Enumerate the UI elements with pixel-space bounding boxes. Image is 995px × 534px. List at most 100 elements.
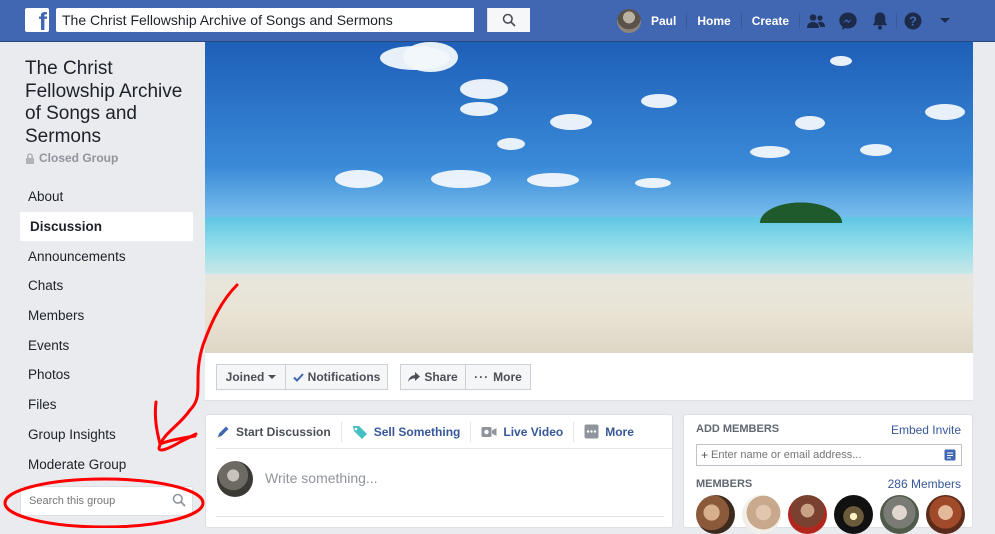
divider [470, 421, 472, 442]
help-icon[interactable]: ? [897, 0, 929, 42]
more-dots-icon: ··· [474, 370, 490, 384]
joined-button[interactable]: Joined [216, 364, 286, 390]
post-composer: Start Discussion Sell Something Live Vid… [205, 414, 674, 528]
more-label: More [493, 370, 522, 384]
members-count-link[interactable]: 286 Members [888, 477, 961, 491]
invite-send-icon[interactable] [944, 449, 956, 461]
composer-avatar [217, 461, 253, 497]
add-members-title: ADD MEMBERS [696, 423, 780, 435]
notifications-button[interactable]: Notifications [285, 364, 388, 390]
search-icon [502, 13, 516, 27]
messenger-icon[interactable] [832, 0, 864, 42]
nav-item-photos[interactable]: Photos [20, 360, 193, 390]
check-icon [292, 372, 304, 382]
start-discussion-label: Start Discussion [236, 424, 331, 439]
user-avatar[interactable] [617, 9, 641, 33]
caret-down-icon [268, 374, 277, 379]
sell-something-label: Sell Something [373, 424, 461, 439]
composer-input[interactable]: Write something... [265, 470, 378, 486]
facebook-logo-icon[interactable]: f [25, 8, 49, 32]
lock-icon [26, 152, 34, 164]
add-members-panel: ADD MEMBERS Embed Invite + MEMBERS 286 M… [683, 414, 973, 534]
share-button[interactable]: Share [400, 364, 466, 390]
pencil-icon [217, 426, 229, 437]
global-search [56, 8, 530, 32]
profile-link[interactable]: Paul [641, 0, 686, 42]
home-link[interactable]: Home [687, 0, 740, 42]
share-icon [408, 372, 421, 382]
composer-more-label: More [605, 424, 634, 439]
more-icon [584, 424, 599, 439]
composer-tabs: Start Discussion Sell Something Live Vid… [216, 415, 674, 449]
members-title: MEMBERS [696, 478, 753, 490]
cloud-shape [403, 42, 458, 72]
cover-photo[interactable] [205, 42, 973, 353]
top-right-nav: Paul Home Create ? [612, 0, 961, 42]
cloud-shape [335, 170, 383, 188]
video-camera-icon [481, 426, 497, 437]
group-nav: About Discussion Announcements Chats Mem… [20, 182, 193, 479]
member-avatar[interactable] [696, 495, 735, 534]
cloud-shape [925, 104, 965, 120]
nav-item-group-insights[interactable]: Group Insights [20, 420, 193, 450]
nav-item-announcements[interactable]: Announcements [20, 241, 193, 271]
composer-more-tab[interactable]: More [584, 415, 644, 449]
sell-something-tab[interactable]: Sell Something [352, 415, 471, 449]
member-avatar[interactable] [880, 495, 919, 534]
nav-item-members[interactable]: Members [20, 301, 193, 331]
divider [573, 421, 575, 442]
add-members-field: + [696, 444, 962, 466]
live-video-tab[interactable]: Live Video [481, 415, 573, 449]
cloud-shape [750, 146, 790, 158]
nav-item-files[interactable]: Files [20, 390, 193, 420]
search-icon[interactable] [172, 493, 186, 507]
cloud-shape [431, 170, 491, 188]
start-discussion-tab[interactable]: Start Discussion [216, 415, 341, 449]
cloud-shape [527, 173, 579, 187]
more-button[interactable]: ··· More [465, 364, 531, 390]
svg-text:?: ? [909, 14, 917, 29]
group-privacy: Closed Group [25, 151, 118, 165]
member-avatar[interactable] [926, 495, 965, 534]
group-action-bar: Joined Notifications Share ··· More [205, 353, 973, 401]
add-members-input[interactable] [708, 445, 934, 465]
nav-item-moderate-group[interactable]: Moderate Group [20, 449, 193, 479]
friends-icon[interactable] [800, 0, 832, 42]
embed-invite-link[interactable]: Embed Invite [891, 423, 961, 437]
notifications-icon[interactable] [864, 0, 896, 42]
nav-item-about[interactable]: About [20, 182, 193, 212]
cloud-shape [550, 114, 592, 130]
divider [216, 516, 664, 517]
beach-area [205, 274, 973, 353]
cloud-shape [641, 94, 677, 108]
nav-item-discussion[interactable]: Discussion [20, 211, 193, 242]
plus-icon: + [701, 448, 709, 462]
search-button[interactable] [487, 8, 530, 32]
cloud-shape [795, 116, 825, 130]
create-link[interactable]: Create [742, 0, 799, 42]
privacy-label: Closed Group [39, 151, 119, 165]
joined-label: Joined [225, 370, 265, 384]
member-avatars [696, 495, 965, 534]
group-title[interactable]: The Christ Fellowship Archive of Songs a… [25, 58, 195, 148]
notifications-label: Notifications [307, 370, 381, 384]
member-avatar[interactable] [834, 495, 873, 534]
cloud-shape [497, 138, 525, 150]
nav-item-events[interactable]: Events [20, 330, 193, 360]
cloud-shape [460, 79, 508, 99]
group-search-input[interactable] [21, 487, 161, 515]
left-sidebar: The Christ Fellowship Archive of Songs a… [0, 42, 205, 528]
nav-item-chats[interactable]: Chats [20, 271, 193, 301]
member-avatar[interactable] [788, 495, 827, 534]
cloud-shape [635, 178, 671, 188]
cloud-shape [460, 102, 498, 116]
island-shape [753, 199, 849, 223]
top-navigation-bar: f Paul Home Create ? [0, 0, 995, 42]
live-video-label: Live Video [503, 424, 564, 439]
sea-area [205, 217, 973, 277]
member-avatar[interactable] [742, 495, 781, 534]
caret-down-icon[interactable] [929, 0, 961, 42]
global-search-input[interactable] [56, 8, 426, 32]
cloud-shape [830, 56, 852, 66]
tag-icon [352, 425, 367, 439]
